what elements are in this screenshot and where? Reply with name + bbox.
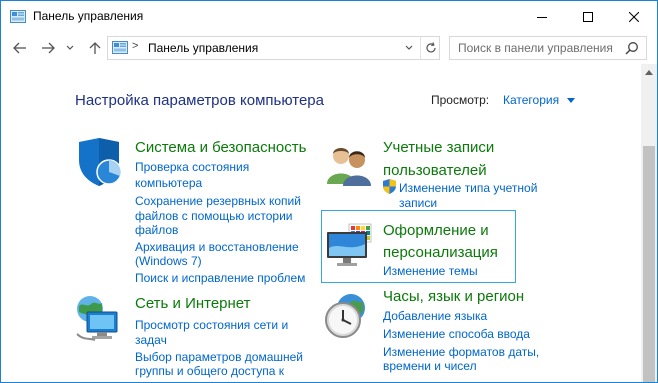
main-content: Настройка параметров компьютера Просмотр…: [1, 64, 641, 382]
network-icon[interactable]: [75, 294, 121, 349]
link-network-status[interactable]: Просмотр состояния сети и: [135, 317, 288, 333]
maximize-button[interactable]: [565, 1, 611, 32]
category-network-internet[interactable]: Сеть и Интернет: [135, 293, 251, 315]
category-system-security[interactable]: Система и безопасность: [135, 137, 306, 159]
link-network-status[interactable]: задач: [135, 332, 167, 348]
uac-shield-icon: [383, 179, 396, 199]
back-button[interactable]: [9, 38, 31, 58]
scroll-thumb[interactable]: [643, 146, 655, 382]
close-icon: [629, 11, 639, 22]
forward-button[interactable]: [37, 38, 59, 58]
search-input[interactable]: [450, 37, 620, 59]
control-panel-window: Панель управления > Панель управления По…: [0, 0, 658, 383]
category-appearance-personalization[interactable]: Оформление и: [383, 220, 489, 242]
minimize-icon: [537, 16, 547, 18]
refresh-icon: [425, 42, 436, 53]
link-backup-restore[interactable]: (Windows 7): [135, 253, 202, 269]
control-panel-icon: [112, 41, 128, 55]
maximize-icon: [583, 11, 593, 22]
category-clock-language-region[interactable]: Часы, язык и регион: [383, 286, 524, 308]
link-change-formats[interactable]: времени и чисел: [383, 358, 477, 374]
chevron-down-icon: [66, 45, 74, 50]
title-bar[interactable]: Панель управления: [1, 1, 657, 32]
search-box[interactable]: [449, 36, 647, 60]
address-dropdown-button[interactable]: [400, 37, 418, 59]
arrow-up-icon: [89, 42, 101, 54]
link-file-history[interactable]: файлов: [135, 222, 178, 238]
chevron-up-icon: [645, 69, 653, 75]
view-by-label: Просмотр:: [431, 93, 490, 107]
breadcrumb-separator[interactable]: >: [132, 40, 138, 52]
minimize-button[interactable]: [519, 1, 565, 32]
category-user-accounts[interactable]: Учетные записи: [383, 137, 494, 159]
arrow-right-icon: [42, 42, 55, 54]
link-check-status[interactable]: компьютера: [135, 175, 202, 191]
link-add-language[interactable]: Добавление языка: [383, 308, 487, 324]
recent-locations-button[interactable]: [63, 38, 77, 58]
navigation-bar: > Панель управления: [1, 32, 657, 64]
link-change-account-type[interactable]: Изменение типа учетной: [399, 180, 537, 196]
link-change-theme[interactable]: Изменение темы: [383, 263, 478, 279]
link-change-input-method[interactable]: Изменение способа ввода: [383, 326, 530, 342]
chevron-down-icon: [405, 45, 413, 50]
link-homegroup[interactable]: группы и общего доступа к: [135, 363, 284, 379]
search-icon[interactable]: [625, 41, 639, 60]
vertical-scrollbar[interactable]: [641, 64, 657, 382]
control-panel-icon: [10, 10, 26, 24]
address-bar[interactable]: > Панель управления: [107, 36, 440, 60]
category-user-accounts[interactable]: пользователей: [383, 160, 487, 182]
link-file-history[interactable]: Сохранение резервных копий: [135, 193, 301, 209]
arrow-left-icon: [13, 42, 26, 54]
clock-globe-icon[interactable]: [323, 292, 371, 345]
breadcrumb-control-panel[interactable]: Панель управления: [148, 41, 258, 55]
caret-down-icon[interactable]: [567, 98, 575, 103]
view-by-dropdown[interactable]: Категория: [503, 93, 559, 107]
up-button[interactable]: [85, 38, 105, 58]
refresh-button[interactable]: [420, 37, 440, 59]
link-check-status[interactable]: Проверка состояния: [135, 159, 249, 175]
category-appearance-personalization[interactable]: персонализация: [383, 242, 498, 264]
users-icon[interactable]: [325, 144, 373, 191]
link-troubleshoot[interactable]: Поиск и исправление проблем: [135, 270, 305, 286]
link-change-account-type[interactable]: записи: [399, 195, 437, 211]
window-title: Панель управления: [33, 9, 144, 23]
page-title: Настройка параметров компьютера: [75, 92, 324, 109]
close-button[interactable]: [611, 1, 657, 32]
display-personalization-icon[interactable]: [325, 222, 373, 275]
scroll-up-button[interactable]: [641, 64, 657, 80]
shield-security-icon[interactable]: [75, 138, 123, 193]
view-by: Просмотр: Категория: [431, 93, 575, 107]
